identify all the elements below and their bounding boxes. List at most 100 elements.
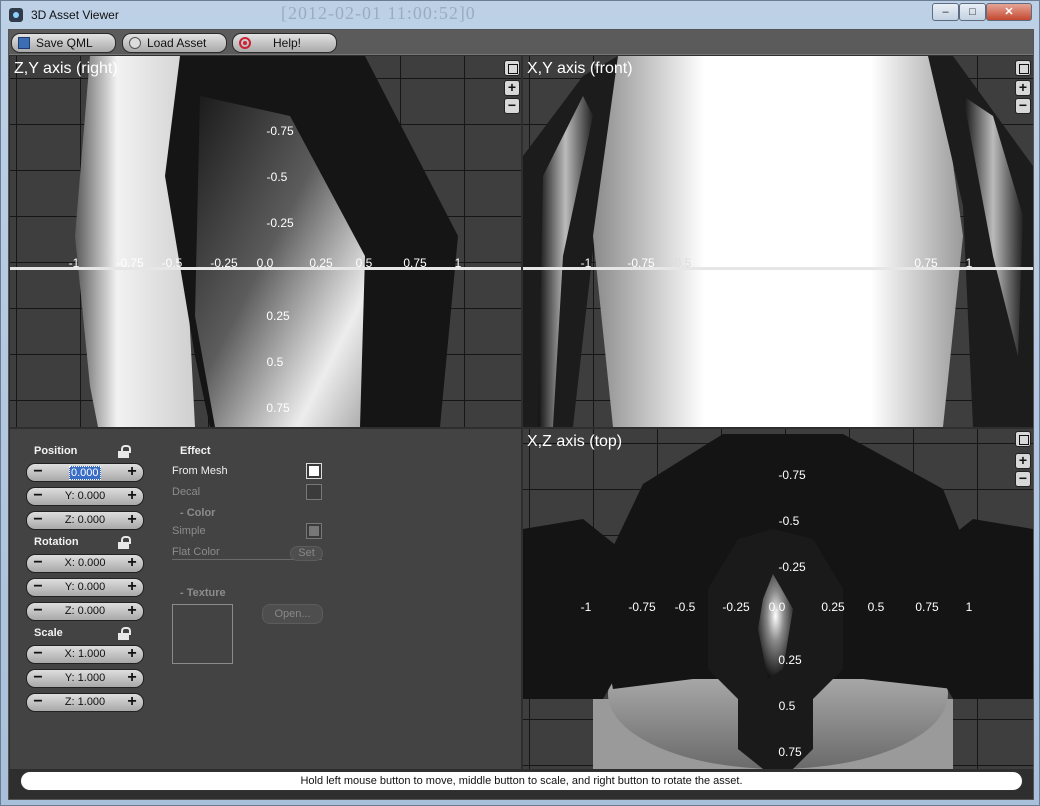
position-x-value[interactable]: 0.000	[69, 466, 101, 480]
from-mesh-checkbox[interactable]	[306, 463, 322, 479]
title-bar[interactable]: 3D Asset Viewer [2012-02-01 11:00:52]0 ‒…	[1, 1, 1040, 29]
disc-icon	[129, 37, 141, 49]
tick-label: -0.75	[628, 600, 656, 614]
toolbar: Save QML Load Asset Help!	[9, 30, 1033, 55]
rotation-z-value[interactable]: Z: 0.000	[49, 605, 121, 617]
tick-label: -1	[68, 256, 80, 270]
tick-label: -0.75	[116, 256, 144, 270]
load-asset-label: Load Asset	[147, 36, 207, 50]
fullscreen-icon[interactable]	[504, 60, 520, 76]
tick-label: 0.75	[266, 401, 290, 415]
increment-button[interactable]: +	[124, 464, 140, 481]
properties-panel: Position − 0.000 + − Y: 0.000 + − Z: 0.0…	[10, 429, 521, 769]
tick-label: 0.5	[266, 355, 284, 369]
tick-label: -0.75	[266, 124, 294, 138]
scale-y-value[interactable]: Y: 1.000	[49, 672, 121, 684]
tick-label: 1	[965, 600, 973, 614]
zoom-in-button[interactable]: +	[504, 80, 520, 96]
tick-label: 0.25	[821, 600, 845, 614]
tick-label: 0.75	[915, 600, 939, 614]
tick-label: -0.25	[722, 600, 750, 614]
decrement-button[interactable]: −	[30, 464, 46, 481]
position-y-spinbox[interactable]: − Y: 0.000 +	[26, 487, 144, 506]
position-z-value[interactable]: Z: 0.000	[49, 514, 121, 526]
close-button[interactable]: ✕	[986, 3, 1032, 21]
effect-heading: Effect	[180, 445, 211, 457]
rotation-z-spinbox[interactable]: − Z: 0.000 +	[26, 602, 144, 621]
decrement-button[interactable]: −	[30, 670, 46, 687]
scale-x-value[interactable]: X: 1.000	[49, 648, 121, 660]
scale-heading: Scale	[34, 627, 63, 639]
tick-label: 0.25	[266, 309, 290, 323]
zoom-out-button[interactable]: −	[504, 98, 520, 114]
zoom-in-button[interactable]: +	[1015, 80, 1031, 96]
minimize-button[interactable]: ‒	[932, 3, 959, 21]
floppy-icon	[18, 37, 30, 49]
unlock-icon[interactable]	[116, 627, 131, 640]
app-window: 3D Asset Viewer [2012-02-01 11:00:52]0 ‒…	[0, 0, 1040, 806]
fullscreen-icon[interactable]	[1015, 60, 1031, 76]
tick-label: -1	[580, 600, 592, 614]
position-z-spinbox[interactable]: − Z: 0.000 +	[26, 511, 144, 530]
viewport-front[interactable]: X,Y axis (front) + − -1 -0.75 -0.5 0.75 …	[523, 56, 1033, 427]
decrement-button[interactable]: −	[30, 488, 46, 505]
scale-x-spinbox[interactable]: − X: 1.000 +	[26, 645, 144, 664]
zoom-out-button[interactable]: −	[1015, 471, 1031, 487]
open-texture-button[interactable]: Open...	[262, 604, 323, 624]
unlock-icon[interactable]	[116, 445, 131, 458]
zoom-in-button[interactable]: +	[1015, 453, 1031, 469]
increment-button[interactable]: +	[124, 646, 140, 663]
scale-z-value[interactable]: Z: 1.000	[49, 696, 121, 708]
decrement-button[interactable]: −	[30, 555, 46, 572]
from-mesh-label: From Mesh	[172, 465, 228, 477]
tick-label: 0.75	[914, 256, 938, 270]
increment-button[interactable]: +	[124, 512, 140, 529]
texture-heading: - Texture	[180, 587, 226, 599]
increment-button[interactable]: +	[124, 670, 140, 687]
viewport-title-front: X,Y axis (front)	[527, 60, 633, 77]
increment-button[interactable]: +	[124, 579, 140, 596]
rotation-y-value[interactable]: Y: 0.000	[49, 581, 121, 593]
load-asset-button[interactable]: Load Asset	[122, 33, 227, 53]
flat-color-label: Flat Color	[172, 546, 220, 558]
fullscreen-icon[interactable]	[1015, 431, 1031, 447]
save-qml-button[interactable]: Save QML	[11, 33, 116, 53]
position-y-value[interactable]: Y: 0.000	[49, 490, 121, 502]
app-icon	[9, 8, 23, 22]
decrement-button[interactable]: −	[30, 646, 46, 663]
tick-label: -0.25	[266, 216, 294, 230]
scale-y-spinbox[interactable]: − Y: 1.000 +	[26, 669, 144, 688]
rotation-x-spinbox[interactable]: − X: 0.000 +	[26, 554, 144, 573]
tick-label: 0.0	[768, 600, 786, 614]
viewport-right[interactable]: Z,Y axis (right) + − -1 -0.75 -0.5 -0.25…	[10, 56, 521, 427]
position-x-spinbox[interactable]: − 0.000 +	[26, 463, 144, 482]
increment-button[interactable]: +	[124, 694, 140, 711]
zoom-out-button[interactable]: −	[1015, 98, 1031, 114]
increment-button[interactable]: +	[124, 555, 140, 572]
title-ghost-text: [2012-02-01 11:00:52]0	[281, 3, 476, 23]
tick-label: 0.0	[256, 256, 274, 270]
scale-z-spinbox[interactable]: − Z: 1.000 +	[26, 693, 144, 712]
set-color-button[interactable]: Set	[290, 546, 323, 561]
help-button[interactable]: Help!	[232, 33, 337, 53]
rotation-y-spinbox[interactable]: − Y: 0.000 +	[26, 578, 144, 597]
increment-button[interactable]: +	[124, 488, 140, 505]
maximize-button[interactable]: □	[959, 3, 986, 21]
viewport-top[interactable]: X,Z axis (top) + − -1 -0.75 -0.5 -0.25 0…	[523, 429, 1033, 769]
decrement-button[interactable]: −	[30, 579, 46, 596]
rotation-x-value[interactable]: X: 0.000	[49, 557, 121, 569]
simple-checkbox[interactable]	[306, 523, 322, 539]
increment-button[interactable]: +	[124, 603, 140, 620]
decrement-button[interactable]: −	[30, 512, 46, 529]
help-label: Help!	[273, 36, 302, 50]
tick-label: -0.25	[778, 560, 806, 574]
unlock-icon[interactable]	[116, 536, 131, 549]
client-area: Save QML Load Asset Help! Z,Y axis (righ…	[8, 29, 1034, 800]
texture-preview[interactable]	[172, 604, 233, 664]
decrement-button[interactable]: −	[30, 603, 46, 620]
decal-label: Decal	[172, 486, 201, 498]
decal-checkbox[interactable]	[306, 484, 322, 500]
decrement-button[interactable]: −	[30, 694, 46, 711]
color-heading: - Color	[180, 507, 216, 519]
tick-label: -0.5	[670, 256, 692, 270]
